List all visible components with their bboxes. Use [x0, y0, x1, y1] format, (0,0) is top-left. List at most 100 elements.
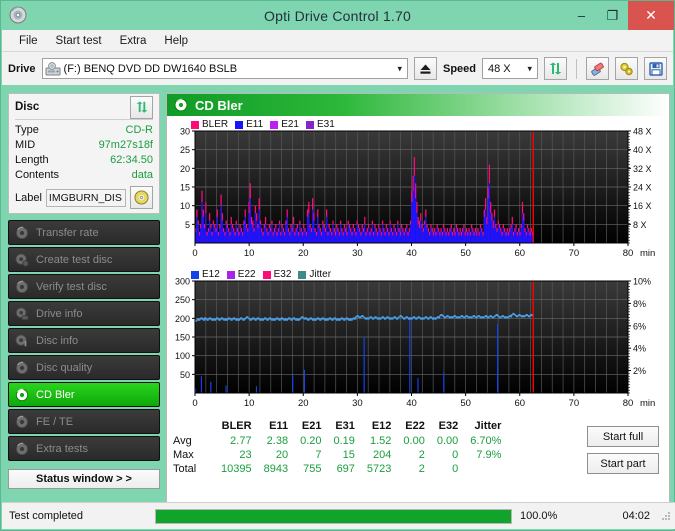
- cell: 7: [315, 449, 322, 461]
- sidebar-item-drive-info[interactable]: Drive info: [8, 301, 160, 326]
- cell: 20: [275, 449, 289, 461]
- col-e12: E12: [371, 420, 392, 432]
- svg-text:32 X: 32 X: [633, 164, 652, 174]
- svg-text:min: min: [640, 248, 655, 259]
- status-message: Test completed: [9, 510, 83, 522]
- menu-item-file[interactable]: File: [10, 33, 47, 49]
- minimize-button[interactable]: –: [566, 1, 597, 30]
- legend-item-bler: BLER: [191, 119, 228, 130]
- disc-row-contents: Contents data: [15, 168, 153, 183]
- svg-text:30: 30: [352, 398, 363, 409]
- status-window-button[interactable]: Status window > >: [8, 469, 160, 489]
- svg-text:300: 300: [175, 277, 190, 287]
- sidebar-item-label: Extra tests: [36, 442, 88, 455]
- disc-value: data: [131, 169, 153, 181]
- svg-text:40: 40: [406, 398, 417, 409]
- drive-label: Drive: [8, 62, 36, 75]
- app-disc-icon: [9, 6, 27, 24]
- disc-label-button[interactable]: [130, 186, 153, 209]
- svg-text:5: 5: [185, 220, 190, 230]
- close-button[interactable]: ✕: [628, 1, 674, 30]
- refresh-icon: [135, 100, 148, 113]
- svg-text:60: 60: [514, 248, 525, 259]
- disc-box-header: Disc: [15, 95, 153, 119]
- legend-item-e12: E12: [191, 269, 220, 280]
- sidebar-item-fe-te[interactable]: FE / TE: [8, 409, 160, 434]
- svg-text:40: 40: [406, 248, 417, 259]
- disc-value: 97m27s18f: [98, 139, 153, 151]
- cell: 2: [418, 463, 425, 475]
- legend-swatch: [298, 270, 307, 279]
- status-bar: Test completed 100.0% 04:02: [2, 502, 675, 529]
- start-full-button[interactable]: Start full: [587, 426, 659, 447]
- speed-select[interactable]: 48 X ▾: [482, 58, 538, 79]
- svg-text:20: 20: [298, 398, 309, 409]
- disc-value: 62:34.50: [110, 154, 153, 166]
- disc-label-input[interactable]: IMGBURN_DIS: [45, 188, 126, 207]
- sidebar-item-verify-test-disc[interactable]: Verify test disc: [8, 274, 160, 299]
- svg-text:40 X: 40 X: [633, 145, 652, 155]
- svg-text:0: 0: [192, 398, 197, 409]
- start-part-button[interactable]: Start part: [587, 453, 659, 474]
- svg-text:10: 10: [244, 398, 255, 409]
- erase-button[interactable]: [586, 57, 609, 80]
- menu-item-help[interactable]: Help: [155, 33, 197, 49]
- gears-icon: [620, 62, 633, 75]
- panel-header: CD Bler: [167, 94, 669, 116]
- legend-item-e11: E11: [235, 119, 263, 130]
- sidebar-item-disc-quality[interactable]: Disc quality: [8, 355, 160, 380]
- cell: [464, 462, 507, 476]
- table-row: Max 23 20 7 15 204 2 0 7.9%: [171, 448, 507, 462]
- legend-item-e32: E32: [262, 269, 292, 280]
- disc-icon: [15, 388, 29, 402]
- svg-text:10: 10: [244, 248, 255, 259]
- maximize-button[interactable]: ❐: [597, 1, 628, 30]
- chart-cd-bler-errors: BLER E11 E21 E31 5 10 15 20 25 30 8 X 16…: [169, 118, 667, 266]
- cell: 2: [418, 449, 425, 461]
- drive-select[interactable]: (F:) BENQ DVD DD DW1640 BSLB ▾: [41, 58, 408, 79]
- chevron-down-icon[interactable]: ▾: [397, 63, 402, 74]
- legend-label: E31: [316, 119, 335, 130]
- refresh-button[interactable]: [544, 57, 567, 80]
- legend-item-e22: E22: [226, 269, 256, 280]
- svg-text:100: 100: [175, 351, 190, 361]
- svg-text:8 X: 8 X: [633, 220, 647, 230]
- drive-value: (F:) BENQ DVD DD DW1640 BSLB: [63, 62, 238, 75]
- content-panel: CD Bler BLER E11 E21 E31 5 10 15 20 25 3…: [166, 93, 670, 503]
- svg-text:25: 25: [180, 145, 190, 155]
- settings-button[interactable]: [615, 57, 638, 80]
- svg-text:20: 20: [298, 248, 309, 259]
- save-button[interactable]: [644, 57, 667, 80]
- sidebar-item-create-test-disc[interactable]: Create test disc: [8, 247, 160, 272]
- eject-button[interactable]: [413, 57, 437, 80]
- sidebar-item-cd-bler[interactable]: CD Bler: [8, 382, 160, 407]
- svg-text:48 X: 48 X: [633, 127, 652, 137]
- disc-key: Length: [15, 154, 49, 166]
- cell: 2.77: [230, 435, 252, 447]
- sidebar-item-extra-tests[interactable]: Extra tests: [8, 436, 160, 461]
- disc-icon: [134, 190, 149, 205]
- cell: 5723: [366, 463, 392, 475]
- charts-area: BLER E11 E21 E31 5 10 15 20 25 30 8 X 16…: [167, 116, 669, 416]
- resize-grip-icon[interactable]: [660, 510, 672, 522]
- chevron-down-icon[interactable]: ▾: [527, 63, 532, 74]
- legend-label: E32: [273, 269, 292, 280]
- legend-item-jitter: Jitter: [298, 269, 331, 280]
- sidebar-item-label: Disc quality: [36, 361, 93, 374]
- legend-label: E12: [202, 269, 220, 280]
- disc-refresh-button[interactable]: [130, 95, 153, 119]
- sidebar-item-label: Transfer rate: [36, 226, 99, 239]
- cell: 10395: [221, 463, 252, 475]
- cell: 0.00: [436, 435, 459, 447]
- sidebar-item-disc-info[interactable]: Disc info: [8, 328, 160, 353]
- col-e21: E21: [301, 420, 322, 432]
- menu-item-start-test[interactable]: Start test: [47, 33, 111, 49]
- panel-disc-icon: [174, 98, 188, 112]
- menu-item-extra[interactable]: Extra: [111, 33, 156, 49]
- sidebar-item-transfer-rate[interactable]: Transfer rate: [8, 220, 160, 245]
- cell: 0: [452, 449, 459, 461]
- svg-text:30: 30: [352, 248, 363, 259]
- eraser-icon: [591, 62, 604, 76]
- divider: [15, 119, 153, 120]
- table-header-row: BLER E11 E21 E31 E12 E22 E32 Jitter: [171, 420, 507, 434]
